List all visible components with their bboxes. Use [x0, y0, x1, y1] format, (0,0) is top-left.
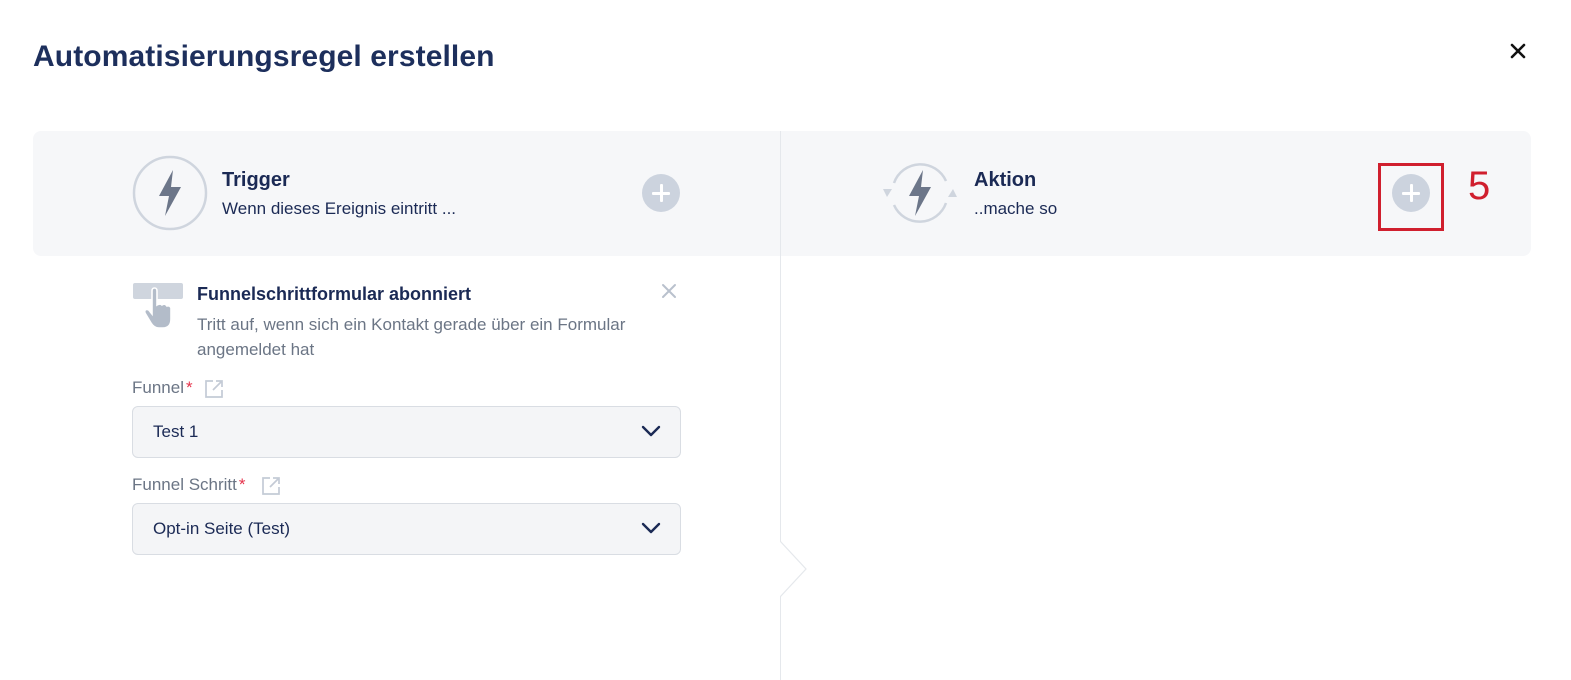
add-trigger-button[interactable]: [642, 174, 680, 212]
trigger-title: Trigger: [222, 169, 290, 191]
chevron-down-icon: [641, 425, 661, 437]
funnel-step-select[interactable]: Opt-in Seite (Test): [132, 503, 681, 555]
trigger-event-description: Tritt auf, wenn sich ein Kontakt gerade …: [197, 315, 626, 359]
trigger-event-name: Funnelschrittformular abonniert: [197, 284, 472, 304]
highlight-box: [1378, 163, 1444, 231]
page-title: Automatisierungsregel erstellen: [33, 40, 495, 73]
hand-pointer-form-icon: [133, 283, 183, 329]
action-lightning-icon: [883, 163, 957, 223]
funnel-step-label: Funnel Schritt *: [132, 475, 246, 494]
funnel-step-select-value: Opt-in Seite (Test): [153, 519, 290, 538]
close-icon[interactable]: [1507, 40, 1529, 62]
external-link-icon[interactable]: [261, 476, 281, 496]
step-number-marker: 5: [1468, 164, 1491, 208]
funnel-select-value: Test 1: [153, 422, 199, 441]
rule-header-panel: [33, 131, 1531, 256]
chevron-down-icon: [641, 522, 661, 534]
required-asterisk: *: [185, 378, 193, 397]
trigger-lightning-icon: [132, 155, 208, 231]
divider-arrow-notch: [780, 541, 807, 597]
funnel-select[interactable]: Test 1: [132, 406, 681, 458]
action-subtitle: ..mache so: [974, 199, 1058, 218]
action-title: Aktion: [974, 169, 1037, 191]
required-asterisk: *: [238, 475, 246, 494]
trigger-subtitle: Wenn dieses Ereignis eintritt ...: [222, 199, 457, 218]
funnel-label: Funnel *: [132, 378, 193, 397]
external-link-icon[interactable]: [204, 379, 224, 399]
column-divider: [780, 131, 781, 680]
remove-trigger-icon[interactable]: [660, 282, 678, 300]
